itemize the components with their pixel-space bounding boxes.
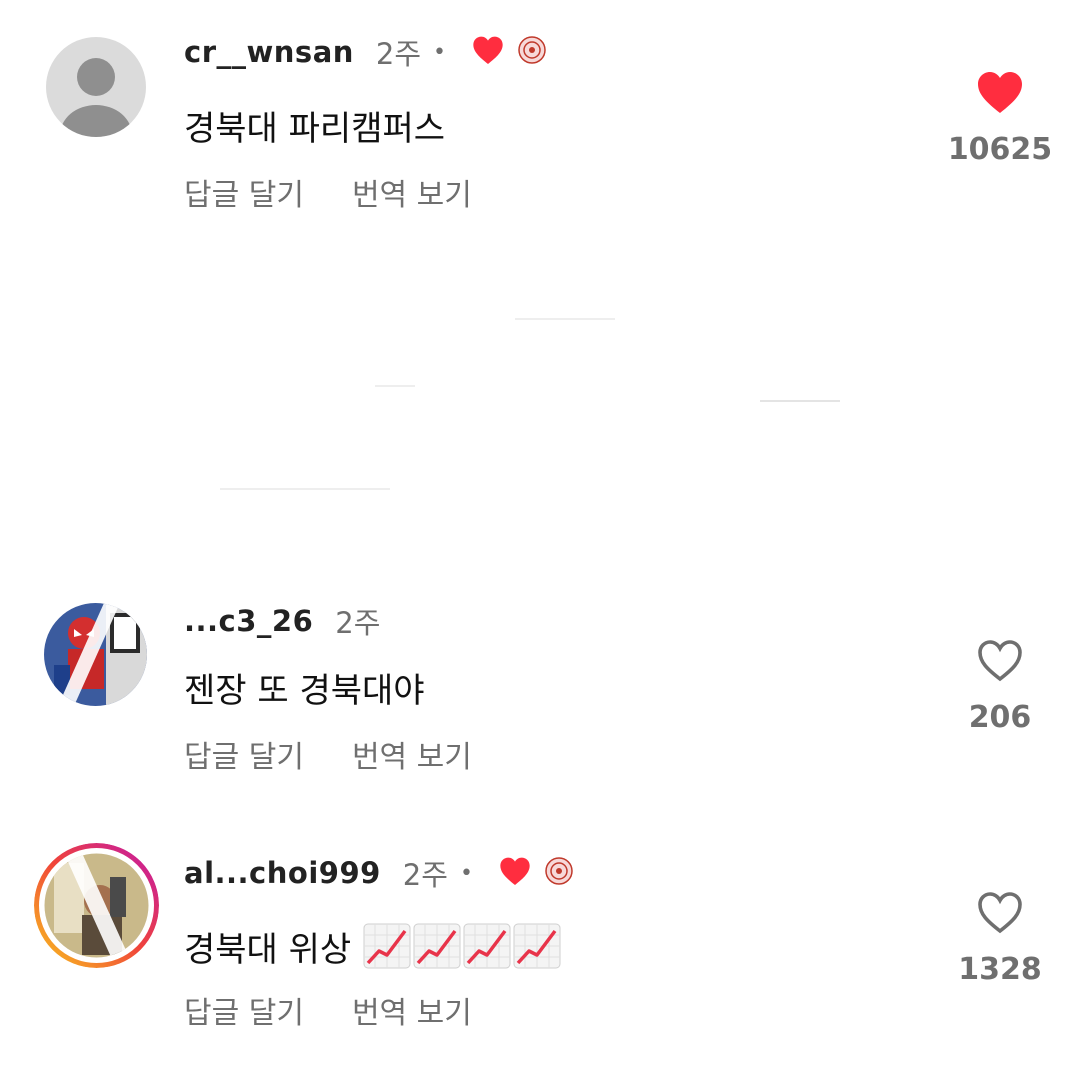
chart-increasing-emoji-icon xyxy=(363,923,411,969)
default-person-icon xyxy=(46,37,146,137)
story-ring-photo-icon xyxy=(34,843,159,968)
timestamp: 2주 xyxy=(402,858,448,892)
reply-button[interactable]: 답글 달기 xyxy=(184,988,304,1032)
username[interactable]: al...choi999 xyxy=(184,856,381,890)
divider xyxy=(220,488,390,490)
translate-button[interactable]: 번역 보기 xyxy=(352,732,472,776)
heart-outline-icon[interactable] xyxy=(976,890,1024,938)
chart-increasing-emoji-icon xyxy=(463,923,511,969)
divider xyxy=(375,385,415,387)
comment-body: 경북대 위상 xyxy=(184,929,352,970)
username[interactable]: cr__wnsan xyxy=(184,35,354,69)
like-count: 206 xyxy=(968,700,1032,735)
translate-button[interactable]: 번역 보기 xyxy=(352,988,472,1032)
comment-text: 경북대 파리캠퍼스 xyxy=(184,100,445,150)
avatar[interactable] xyxy=(44,603,147,706)
separator-dot: • xyxy=(459,860,473,886)
separator-dot: • xyxy=(433,39,447,65)
creator-avatar-icon xyxy=(545,857,573,889)
chart-increasing-emoji-icon xyxy=(513,923,561,969)
emoji-group xyxy=(363,923,561,969)
chart-increasing-emoji-icon xyxy=(413,923,461,969)
creator-avatar-icon xyxy=(518,36,546,68)
comment-text: 경북대 위상 xyxy=(184,918,561,974)
avatar[interactable] xyxy=(46,37,146,137)
avatar[interactable] xyxy=(34,843,159,968)
like-count: 1328 xyxy=(958,952,1042,987)
translate-button[interactable]: 번역 보기 xyxy=(352,170,472,214)
timestamp: 2주 xyxy=(335,606,381,640)
divider xyxy=(760,400,840,402)
like-count: 10625 xyxy=(947,132,1053,167)
spiderman-photo-icon xyxy=(44,603,147,706)
username[interactable]: ...c3_26 xyxy=(184,604,313,638)
heart-filled-icon[interactable] xyxy=(976,70,1024,118)
heart-outline-icon[interactable] xyxy=(976,638,1024,686)
divider xyxy=(515,318,615,320)
comment-body: 경북대 파리캠퍼스 xyxy=(184,108,446,149)
creator-liked-heart-icon xyxy=(472,35,504,69)
reply-button[interactable]: 답글 달기 xyxy=(184,170,304,214)
creator-liked-heart-icon xyxy=(499,856,531,890)
comment-body: 젠장 또 경북대야 xyxy=(184,670,425,711)
comment-text: 젠장 또 경북대야 xyxy=(184,662,425,712)
reply-button[interactable]: 답글 달기 xyxy=(184,732,304,776)
timestamp: 2주 xyxy=(375,37,422,71)
